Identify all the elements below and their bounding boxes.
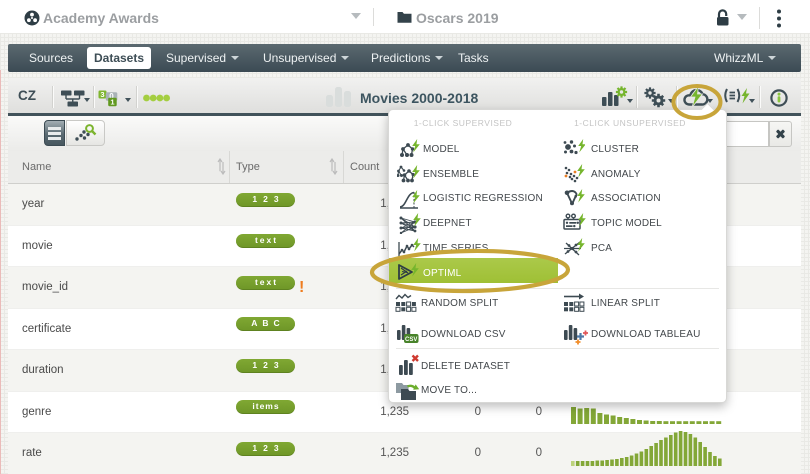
svg-text:CSV: CSV	[405, 337, 417, 343]
svg-text:3: 3	[100, 90, 104, 99]
svg-text:1: 1	[110, 97, 114, 106]
